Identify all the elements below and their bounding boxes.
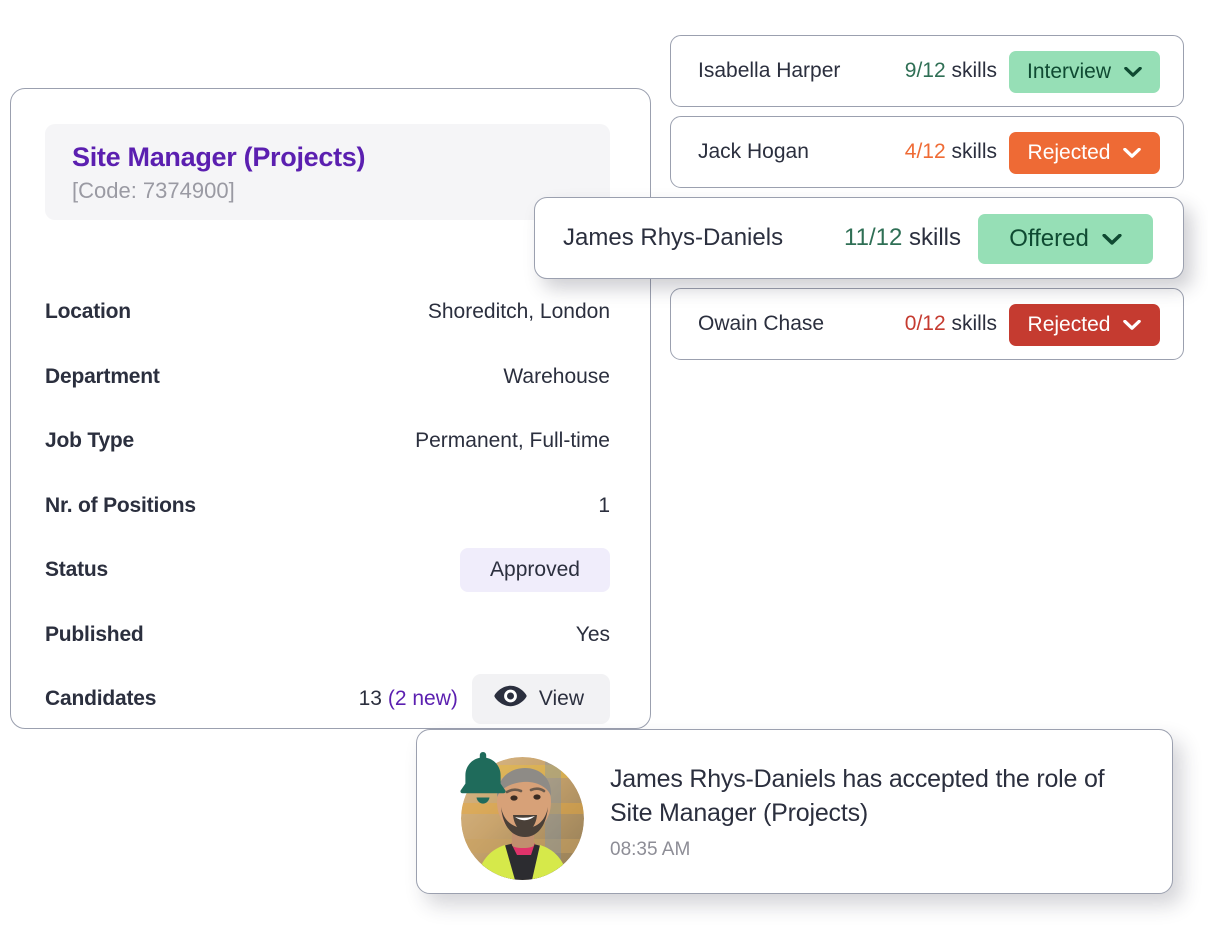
detail-value: Permanent, Full-time	[415, 429, 610, 453]
candidate-skills-suffix: skills	[951, 312, 998, 335]
detail-row-published: Published Yes	[45, 603, 610, 668]
notification-timestamp: 08:35 AM	[610, 839, 691, 860]
chevron-down-icon	[1123, 141, 1142, 165]
candidate-status-label: Rejected	[1027, 141, 1111, 164]
candidate-skills-suffix: skills	[909, 224, 961, 251]
detail-label: Department	[45, 364, 160, 388]
candidate-skills: 0/12 skills	[871, 312, 997, 336]
job-header: Site Manager (Projects) [Code: 7374900]	[45, 124, 610, 220]
bell-icon	[455, 748, 511, 811]
view-button-label: View	[538, 687, 584, 711]
candidate-row-jack-hogan[interactable]: Jack Hogan 4/12 skills Rejected	[670, 116, 1184, 188]
job-detail-list: Location Shoreditch, London Department W…	[45, 280, 610, 732]
detail-label: Job Type	[45, 429, 135, 453]
detail-row-job-type: Job Type Permanent, Full-time	[45, 409, 610, 474]
candidate-row-isabella-harper[interactable]: Isabella Harper 9/12 skills Interview	[670, 35, 1184, 107]
notification-toast[interactable]: James Rhys-Daniels has accepted the role…	[416, 729, 1173, 894]
notification-message: James Rhys-Daniels has accepted the role…	[610, 765, 1105, 827]
detail-value: Shoreditch, London	[427, 300, 610, 324]
detail-row-department: Department Warehouse	[45, 345, 610, 410]
detail-label: Nr. of Positions	[45, 493, 196, 517]
candidate-status-label: Rejected	[1027, 313, 1111, 336]
candidate-row-james-rhys-daniels[interactable]: James Rhys-Daniels 11/12 skills Offered	[534, 197, 1184, 279]
candidate-skills-suffix: skills	[951, 59, 998, 82]
eye-icon	[494, 685, 527, 713]
candidate-status-badge-offered[interactable]: Offered	[978, 214, 1153, 264]
view-candidates-button[interactable]: View	[471, 674, 610, 725]
detail-label: Candidates	[45, 687, 157, 711]
candidate-status-badge-rejected[interactable]: Rejected	[1009, 132, 1160, 174]
candidate-skills: 4/12 skills	[871, 140, 997, 164]
detail-row-status: Status Approved	[45, 538, 610, 603]
candidates-new-count: (2 new)	[387, 687, 458, 711]
job-details-card: Site Manager (Projects) [Code: 7374900] …	[10, 88, 651, 729]
candidate-skills-fraction: 9/12	[904, 59, 946, 82]
candidate-status-badge-rejected[interactable]: Rejected	[1009, 304, 1160, 346]
candidate-status-label: Offered	[1009, 225, 1089, 252]
candidates-value-group: 13 (2 new) View	[358, 674, 610, 725]
chevron-down-icon	[1123, 313, 1142, 337]
job-code: [Code: 7374900]	[72, 178, 235, 204]
candidate-skills-fraction: 4/12	[904, 140, 946, 163]
detail-value: Yes	[575, 622, 610, 646]
detail-value: 1	[598, 493, 610, 517]
candidate-name: James Rhys-Daniels	[563, 224, 784, 251]
candidate-name: Owain Chase	[698, 312, 825, 335]
page-title: Site Manager (Projects)	[72, 142, 366, 172]
chevron-down-icon	[1124, 60, 1142, 84]
detail-value: Warehouse	[503, 364, 610, 388]
candidate-status-badge-interview[interactable]: Interview	[1009, 51, 1160, 93]
detail-row-location: Location Shoreditch, London	[45, 280, 610, 345]
detail-row-candidates: Candidates 13 (2 new) View	[45, 667, 610, 732]
candidate-skills: 9/12 skills	[871, 59, 997, 83]
chevron-down-icon	[1102, 225, 1122, 253]
detail-label: Location	[45, 300, 131, 324]
candidate-status-label: Interview	[1026, 60, 1112, 83]
detail-row-positions: Nr. of Positions 1	[45, 474, 610, 539]
candidate-skills-fraction: 0/12	[904, 312, 946, 335]
notification-content: James Rhys-Daniels has accepted the role…	[610, 763, 1140, 861]
candidate-name: Jack Hogan	[698, 140, 809, 163]
status-badge: Approved	[460, 548, 610, 593]
detail-label: Status	[45, 558, 108, 582]
candidate-skills: 11/12 skills	[805, 224, 961, 252]
candidates-count: 13 (2 new)	[358, 687, 458, 711]
detail-label: Published	[45, 622, 144, 646]
candidate-row-owain-chase[interactable]: Owain Chase 0/12 skills Rejected	[670, 288, 1184, 360]
candidate-skills-fraction: 11/12	[844, 224, 903, 251]
candidate-name: Isabella Harper	[698, 59, 841, 82]
candidate-skills-suffix: skills	[951, 140, 998, 163]
